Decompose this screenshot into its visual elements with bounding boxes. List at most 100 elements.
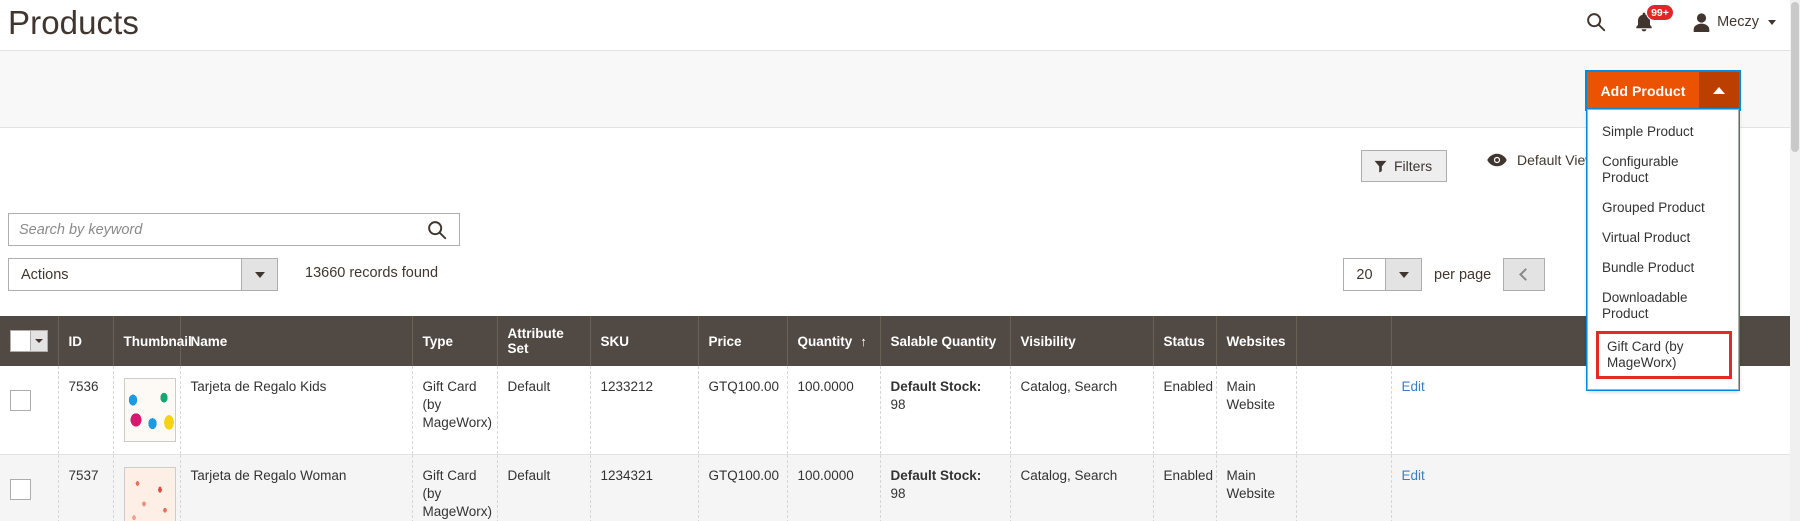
- column-header-spacer: [1296, 316, 1392, 366]
- add-product-toggle-button[interactable]: [1699, 72, 1739, 109]
- cell-visibility: Catalog, Search: [1010, 366, 1154, 455]
- menu-item-downloadable-product[interactable]: Downloadable Product: [1588, 283, 1738, 329]
- cell-sku: 1234321: [590, 454, 699, 521]
- select-all-checkbox[interactable]: [11, 331, 30, 351]
- cell-thumbnail: [113, 366, 181, 455]
- mass-actions-select[interactable]: Actions: [8, 258, 278, 291]
- column-header-price[interactable]: Price: [698, 316, 788, 366]
- add-product-control: Add Product Simple Product Configurable …: [1585, 70, 1741, 391]
- keyword-search-box[interactable]: [8, 213, 460, 246]
- menu-item-virtual-product[interactable]: Virtual Product: [1588, 223, 1738, 253]
- page-scrollbar[interactable]: [1790, 0, 1800, 521]
- edit-link[interactable]: Edit: [1402, 379, 1425, 394]
- funnel-icon: [1374, 160, 1387, 172]
- row-select-cell[interactable]: [0, 454, 59, 521]
- edit-link[interactable]: Edit: [1402, 468, 1425, 483]
- cell-type: Gift Card (by MageWorx): [412, 366, 498, 455]
- user-avatar-icon: [1693, 12, 1710, 32]
- filters-label: Filters: [1394, 158, 1433, 174]
- product-thumbnail[interactable]: [123, 467, 176, 521]
- salable-stock-value: 98: [890, 397, 906, 412]
- cell-price: GTQ100.00: [698, 454, 788, 521]
- pagination-controls: 20 per page: [1343, 258, 1546, 291]
- page-header: Products 99+ Meczy: [0, 0, 1800, 50]
- chevron-down-icon[interactable]: [1385, 259, 1421, 290]
- search-input[interactable]: [9, 221, 415, 238]
- cell-attribute-set: Default: [497, 454, 591, 521]
- per-page-select[interactable]: 20: [1343, 258, 1422, 291]
- cell-attribute-set: Default: [497, 366, 591, 455]
- cell-id: 7536: [58, 366, 114, 455]
- cell-websites: Main Website: [1216, 366, 1297, 455]
- chevron-left-icon: [1519, 268, 1533, 281]
- column-header-quantity-label: Quantity: [797, 333, 853, 349]
- products-page: Products 99+ Meczy Add Product Simple Pr…: [0, 0, 1800, 521]
- column-header-attribute-set[interactable]: Attribute Set: [497, 316, 591, 366]
- column-header-salable-quantity[interactable]: Salable Quantity: [880, 316, 1011, 366]
- salable-stock-label: Default Stock: [890, 468, 977, 483]
- cell-sku: 1233212: [590, 366, 699, 455]
- user-menu[interactable]: Meczy: [1693, 12, 1776, 32]
- default-view-control[interactable]: Default View: [1487, 152, 1595, 168]
- cell-status: Enabled: [1153, 454, 1217, 521]
- column-header-status[interactable]: Status: [1153, 316, 1217, 366]
- menu-item-configurable-product[interactable]: Configurable Product: [1588, 147, 1738, 193]
- add-product-button[interactable]: Add Product: [1587, 72, 1699, 109]
- header-right-controls: 99+ Meczy: [1585, 4, 1776, 40]
- cell-quantity: 100.0000: [787, 454, 881, 521]
- menu-item-grouped-product[interactable]: Grouped Product: [1588, 193, 1738, 223]
- table-row[interactable]: 7537 Tarjeta de Regalo Woman Gift Card (…: [0, 454, 1800, 521]
- grid-toolbar: Filters Default View: [0, 128, 1800, 198]
- page-actions-strip: [0, 50, 1800, 128]
- cell-name: Tarjeta de Regalo Woman: [180, 454, 413, 521]
- cell-spacer: [1296, 366, 1392, 455]
- search-icon[interactable]: [1585, 11, 1607, 33]
- column-header-quantity[interactable]: Quantity ↑: [787, 316, 881, 366]
- row-checkbox[interactable]: [10, 479, 31, 500]
- chevron-down-icon[interactable]: [30, 331, 47, 351]
- salable-stock-value: 98: [890, 486, 906, 501]
- cell-thumbnail: [113, 454, 181, 521]
- column-header-visibility[interactable]: Visibility: [1010, 316, 1154, 366]
- table-row[interactable]: 7536 Tarjeta de Regalo Kids Gift Card (b…: [0, 366, 1800, 455]
- cell-quantity: 100.0000: [787, 366, 881, 455]
- cell-visibility: Catalog, Search: [1010, 454, 1154, 521]
- column-header-websites[interactable]: Websites: [1216, 316, 1297, 366]
- select-all-checkbox-control[interactable]: [10, 330, 48, 352]
- chevron-down-icon: [1768, 19, 1776, 25]
- column-header-sku[interactable]: SKU: [590, 316, 699, 366]
- chevron-down-icon[interactable]: [241, 259, 277, 290]
- cell-salable-quantity: Default Stock: 98: [880, 366, 1011, 455]
- notifications-button[interactable]: 99+: [1635, 4, 1674, 35]
- eye-icon: [1487, 153, 1507, 167]
- menu-item-gift-card-mageworx[interactable]: Gift Card (by MageWorx): [1596, 331, 1732, 379]
- row-checkbox[interactable]: [10, 390, 31, 411]
- column-header-id[interactable]: ID: [58, 316, 114, 366]
- cell-spacer: [1296, 454, 1392, 521]
- cell-action: Edit: [1391, 454, 1800, 521]
- select-all-header[interactable]: [0, 316, 59, 366]
- chevron-up-icon: [1713, 87, 1725, 94]
- products-table: ID Thumbnail Name Type Attribute Set SKU…: [0, 316, 1800, 521]
- add-product-menu: Simple Product Configurable Product Grou…: [1586, 108, 1740, 391]
- menu-item-simple-product[interactable]: Simple Product: [1588, 117, 1738, 147]
- per-page-label: per page: [1434, 266, 1492, 283]
- user-name-label: Meczy: [1717, 14, 1759, 30]
- page-scrollbar-thumb[interactable]: [1791, 2, 1799, 152]
- add-product-split-button[interactable]: Add Product: [1585, 70, 1741, 111]
- row-select-cell[interactable]: [0, 366, 59, 455]
- column-header-type[interactable]: Type: [412, 316, 498, 366]
- table-header-row: ID Thumbnail Name Type Attribute Set SKU…: [0, 316, 1800, 366]
- records-found-label: 13660 records found: [305, 265, 439, 281]
- column-header-thumbnail[interactable]: Thumbnail: [113, 316, 192, 366]
- search-submit-button[interactable]: [415, 219, 459, 241]
- cell-id: 7537: [58, 454, 114, 521]
- menu-item-bundle-product[interactable]: Bundle Product: [1588, 253, 1738, 283]
- grid-search-row: [0, 213, 1800, 246]
- column-header-name[interactable]: Name: [180, 316, 413, 366]
- filters-button[interactable]: Filters: [1361, 150, 1448, 182]
- products-grid: ID Thumbnail Name Type Attribute Set SKU…: [0, 316, 1800, 521]
- cell-salable-quantity: Default Stock: 98: [880, 454, 1011, 521]
- product-thumbnail[interactable]: [123, 378, 176, 442]
- previous-page-button[interactable]: [1503, 258, 1546, 291]
